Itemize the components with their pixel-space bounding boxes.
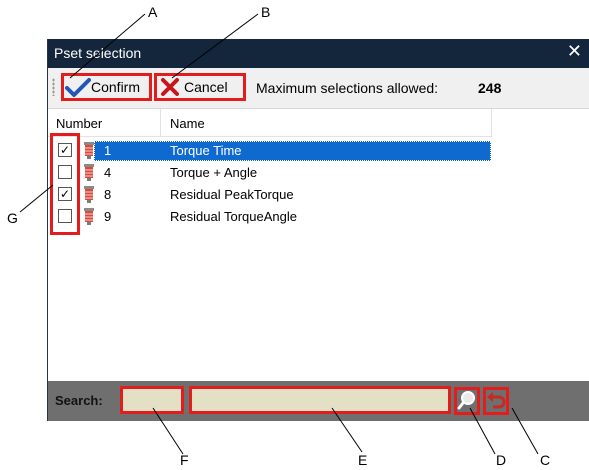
search-button[interactable] [454,387,480,415]
confirm-label: Confirm [91,79,141,95]
callout-b: B [261,4,271,20]
max-selections-value: 248 [478,80,502,96]
table-row[interactable]: ✓ 1 Torque Time [48,140,491,162]
name-search-input[interactable] [189,386,451,414]
window-title: Pset selection [54,45,142,61]
tightening-tool-icon [84,164,94,181]
cancel-label: Cancel [184,79,228,95]
tightening-tool-icon [84,142,94,159]
table-row[interactable]: 9 Residual TorqueAngle [48,206,491,228]
pset-grid: Number Name ✓ 1 Torque Time 4 Torque + A… [48,109,589,379]
row-name: Residual PeakTorque [170,187,294,202]
callout-d: D [496,452,507,468]
number-search-input[interactable] [120,386,184,414]
grid-header: Number Name [48,109,492,137]
search-bar: Search: [48,381,589,421]
reset-search-button[interactable] [483,387,509,415]
callout-g: G [7,210,18,226]
row-number: 1 [104,143,112,158]
table-row[interactable]: ✓ 8 Residual PeakTorque [48,184,491,206]
confirm-button[interactable]: Confirm [61,73,152,101]
checkbox-column-highlight [50,133,80,235]
toolbar: Confirm Cancel Maximum selections allowe… [48,68,589,109]
column-separator[interactable] [160,109,161,136]
magnifier-icon [457,391,475,410]
row-name: Torque Time [170,143,242,158]
toolbar-grip[interactable] [52,78,55,96]
number-search-box [120,386,184,414]
row-number: 9 [104,209,112,224]
callout-a: A [148,4,158,20]
name-search-box [189,386,451,414]
row-name: Torque + Angle [170,165,258,180]
search-label: Search: [55,393,103,408]
row-selection-highlight [94,141,491,161]
title-bar: Pset selection ✕ [48,39,589,68]
tightening-tool-icon [84,186,94,203]
red-x-icon [161,78,179,96]
callout-e: E [358,452,368,468]
close-icon[interactable]: ✕ [567,41,582,62]
table-row[interactable]: 4 Torque + Angle [48,162,491,184]
callout-f: F [180,452,189,468]
row-name: Residual TorqueAngle [170,209,297,224]
row-number: 8 [104,187,112,202]
column-header-number[interactable]: Number [56,116,102,131]
row-number: 4 [104,165,112,180]
callout-c: C [540,452,551,468]
pset-selection-window: Pset selection ✕ Confirm Cancel Maximum … [47,39,589,421]
cancel-button[interactable]: Cancel [154,73,246,101]
max-selections-label: Maximum selections allowed: [256,80,439,96]
tightening-tool-icon [84,208,94,225]
undo-arrow-icon [487,392,506,409]
checkmark-icon [65,78,91,97]
column-header-name[interactable]: Name [170,116,205,131]
